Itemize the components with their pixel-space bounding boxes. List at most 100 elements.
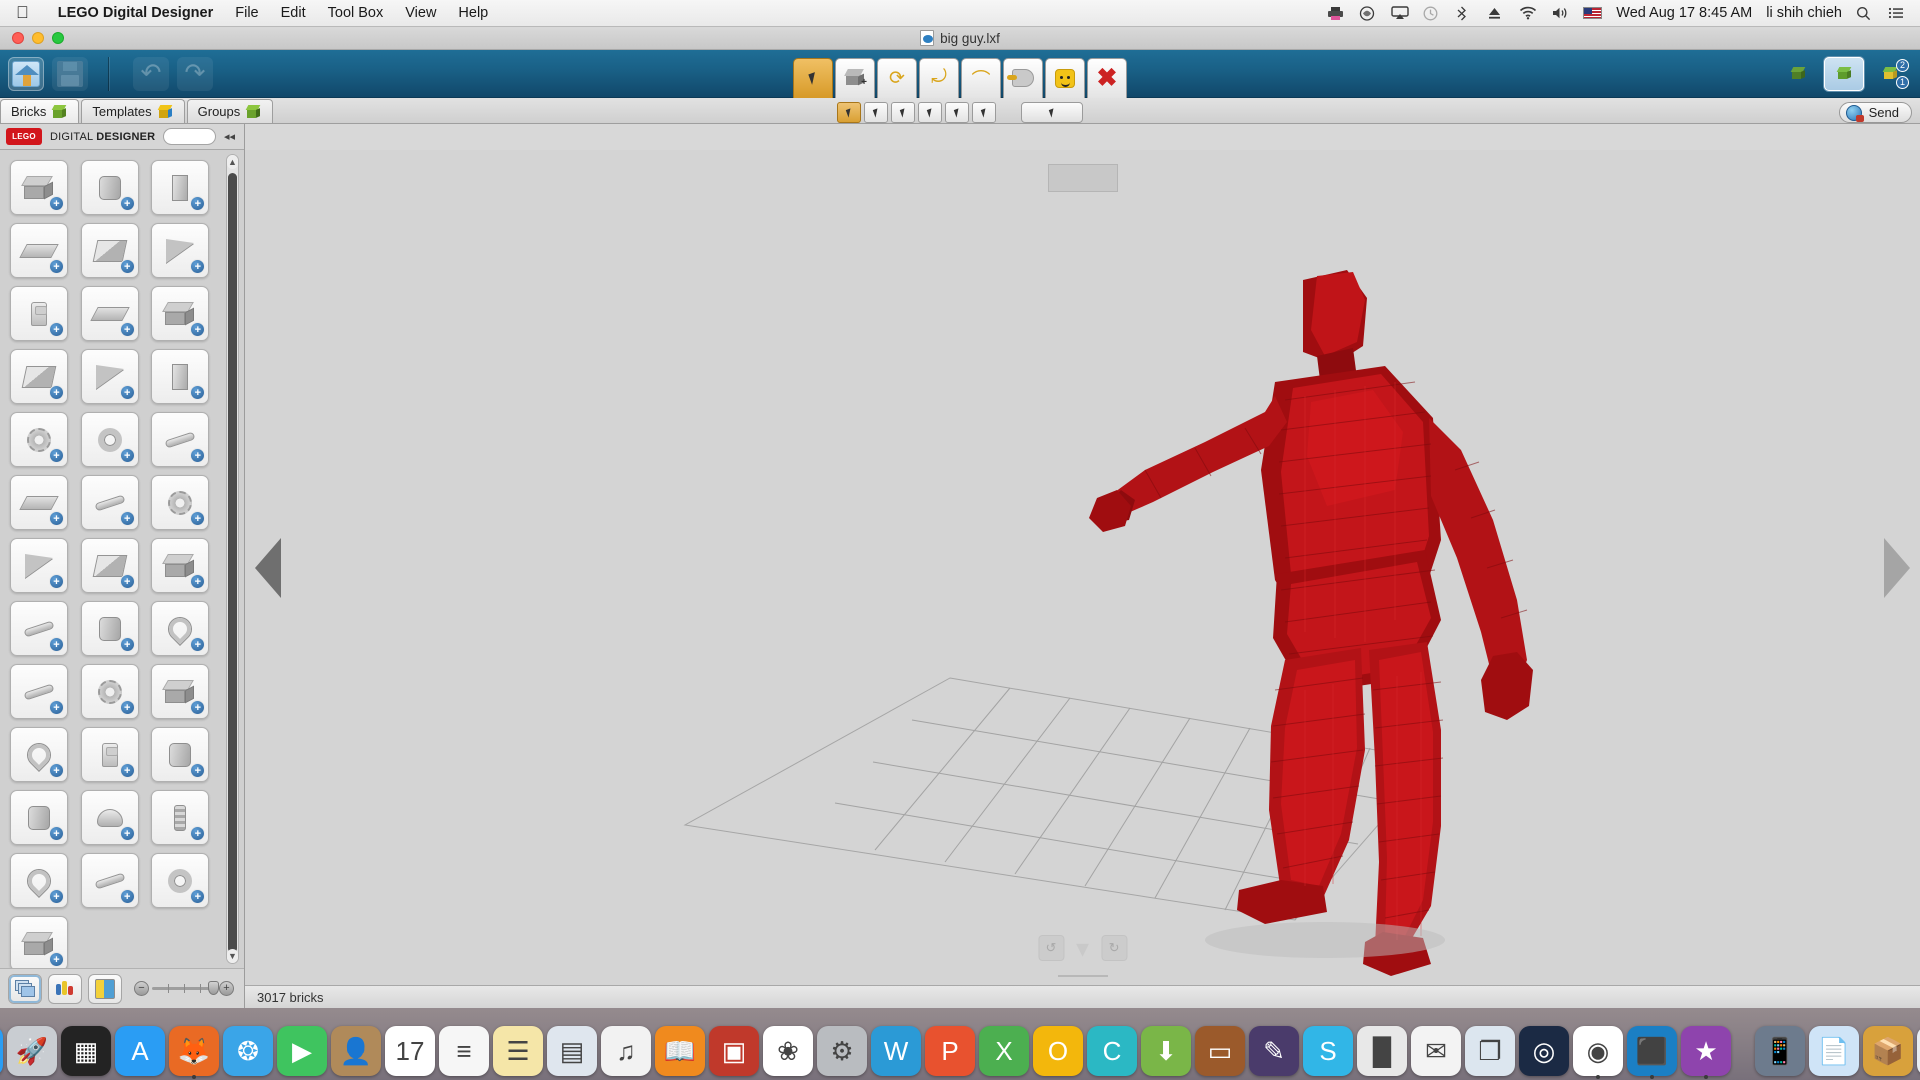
brick-grid[interactable]: + + + + + + + + + + + + + + + + + + + + + + + + + + + + + + + + + + + + + ▲ … [0, 149, 244, 968]
dock-downloader[interactable]: ⬇ [1141, 1022, 1191, 1076]
cone-part[interactable]: + [151, 727, 210, 782]
brick-modified[interactable]: + [151, 538, 210, 593]
hook-part[interactable]: + [10, 727, 68, 782]
model-canvas[interactable]: ↺ ▾ ↻ [245, 150, 1920, 985]
panel-brick[interactable]: + [151, 349, 210, 404]
menubar-username[interactable]: li shih chieh [1766, 5, 1842, 21]
add-brick-button[interactable]: + [190, 511, 206, 526]
select-add-button[interactable] [864, 102, 888, 123]
menu-view[interactable]: View [394, 5, 447, 21]
brick-palette-button[interactable] [8, 973, 42, 1004]
select-all-button[interactable] [1021, 102, 1083, 123]
undo-button[interactable]: ↶ [133, 56, 169, 91]
bluetooth-icon[interactable] [1455, 6, 1473, 21]
select-single-button[interactable] [837, 102, 861, 123]
dock-firefox[interactable]: 🦊 [169, 1022, 219, 1079]
time-machine-icon[interactable] [1423, 6, 1441, 21]
dock-onedrive[interactable]: C [1087, 1022, 1137, 1076]
add-brick-button[interactable]: + [190, 763, 206, 778]
airplay-icon[interactable] [1391, 5, 1409, 21]
palette-zoom-slider[interactable]: − + [134, 981, 234, 996]
dock-numbers[interactable]: █ [1357, 1022, 1407, 1076]
dock-system-preferences[interactable]: ⚙ [817, 1022, 867, 1076]
dock-image-capture[interactable]: ❐ [1465, 1022, 1515, 1076]
turntable-gear[interactable]: + [151, 475, 210, 530]
dock-chrome[interactable]: ◉ [1573, 1022, 1623, 1079]
menu-tool-box[interactable]: Tool Box [317, 5, 395, 21]
step-view-button[interactable]: 2 1 [1870, 57, 1910, 91]
add-brick-button[interactable]: + [49, 574, 64, 589]
add-brick-button[interactable]: + [190, 637, 206, 652]
color-palette-button[interactable] [48, 973, 82, 1004]
dock-reminders[interactable]: ≡ [439, 1022, 489, 1076]
next-view-arrow[interactable] [1884, 537, 1910, 598]
wedge-brick[interactable]: + [151, 223, 210, 278]
dock-pages[interactable]: ✎ [1249, 1022, 1299, 1076]
chevron-down-icon[interactable]: ▾ [1076, 935, 1089, 961]
technic-beam[interactable]: + [151, 412, 210, 467]
add-brick-button[interactable]: + [49, 511, 64, 526]
select-tool[interactable] [793, 57, 833, 98]
plate-2x4[interactable]: + [80, 286, 139, 341]
drag-view-button[interactable] [1778, 57, 1818, 91]
catalog-button[interactable] [88, 973, 122, 1004]
home-button[interactable] [8, 56, 44, 91]
brick-bracket[interactable]: + [151, 160, 210, 215]
add-brick-button[interactable]: + [190, 322, 206, 337]
scroll-down-arrow[interactable]: ▼ [227, 949, 238, 963]
brick-1x1[interactable]: + [10, 286, 68, 341]
dock-contacts[interactable]: 👤 [331, 1022, 381, 1076]
dock-mail[interactable]: ✉ [1411, 1022, 1461, 1076]
add-brick-button[interactable]: + [119, 637, 135, 652]
palette-scrollbar[interactable]: ▲ ▼ [226, 154, 239, 964]
dock-iphone-backup[interactable]: 📱 [1755, 1022, 1805, 1076]
tool-part[interactable]: + [10, 664, 68, 719]
add-brick-button[interactable]: + [190, 826, 206, 841]
dock-launchpad[interactable]: 🚀 [7, 1022, 57, 1076]
send-button[interactable]: Send [1838, 102, 1912, 123]
palette-scroll-thumb[interactable] [228, 173, 237, 953]
add-brick-button[interactable]: + [119, 826, 135, 841]
add-brick-button[interactable]: + [49, 259, 64, 274]
dock-notes[interactable]: ☰ [493, 1022, 543, 1076]
brick-round-2x2[interactable]: + [80, 160, 139, 215]
rotate-right-icon[interactable]: ↻ [1101, 935, 1128, 961]
room-view-button[interactable] [1824, 56, 1864, 91]
handle-part[interactable]: + [10, 853, 68, 908]
add-brick-button[interactable]: + [190, 196, 206, 211]
dock-facetime[interactable]: ▶ [277, 1022, 327, 1076]
plus-icon[interactable]: + [219, 981, 234, 996]
dock-mission-control[interactable]: ▦ [61, 1022, 111, 1076]
slope-brick[interactable]: + [80, 223, 139, 278]
add-brick-button[interactable]: + [119, 385, 135, 400]
menubar-clock[interactable]: Wed Aug 17 8:45 AM [1616, 5, 1752, 21]
add-brick-button[interactable]: + [119, 574, 135, 589]
add-brick-button[interactable]: + [49, 637, 64, 652]
menu-file[interactable]: File [224, 5, 269, 21]
dock-app-store[interactable]: A [115, 1022, 165, 1076]
add-brick-button[interactable]: + [119, 196, 135, 211]
brick-1x4[interactable]: + [10, 223, 68, 278]
brick-2x4[interactable]: + [10, 160, 68, 215]
save-button[interactable] [52, 56, 88, 91]
add-brick-button[interactable]: + [49, 826, 64, 841]
add-brick-button[interactable]: + [190, 385, 206, 400]
add-brick-button[interactable]: + [119, 889, 135, 904]
dock-excel[interactable]: X [979, 1022, 1029, 1076]
add-brick-button[interactable]: + [119, 700, 135, 715]
dock-iweb[interactable]: ▤ [547, 1022, 597, 1076]
misc-part[interactable]: + [10, 916, 68, 968]
slope-inverted[interactable]: + [80, 538, 139, 593]
dock-imovie[interactable]: ★ [1681, 1022, 1731, 1079]
dock-ibooks[interactable]: 📖 [655, 1022, 705, 1076]
select-shape-button[interactable] [945, 102, 969, 123]
horseshoe-part[interactable]: + [151, 601, 210, 656]
add-brick-button[interactable]: + [119, 763, 135, 778]
add-brick-button[interactable]: + [190, 259, 206, 274]
hinge-tool[interactable]: ⟳ [877, 57, 917, 98]
add-brick-button[interactable]: + [49, 385, 64, 400]
select-connected-button[interactable] [891, 102, 915, 123]
wifi-icon[interactable] [1519, 6, 1537, 21]
headset-part[interactable]: + [151, 853, 210, 908]
menubar-app-name[interactable]: LEGO Digital Designer [47, 5, 225, 21]
